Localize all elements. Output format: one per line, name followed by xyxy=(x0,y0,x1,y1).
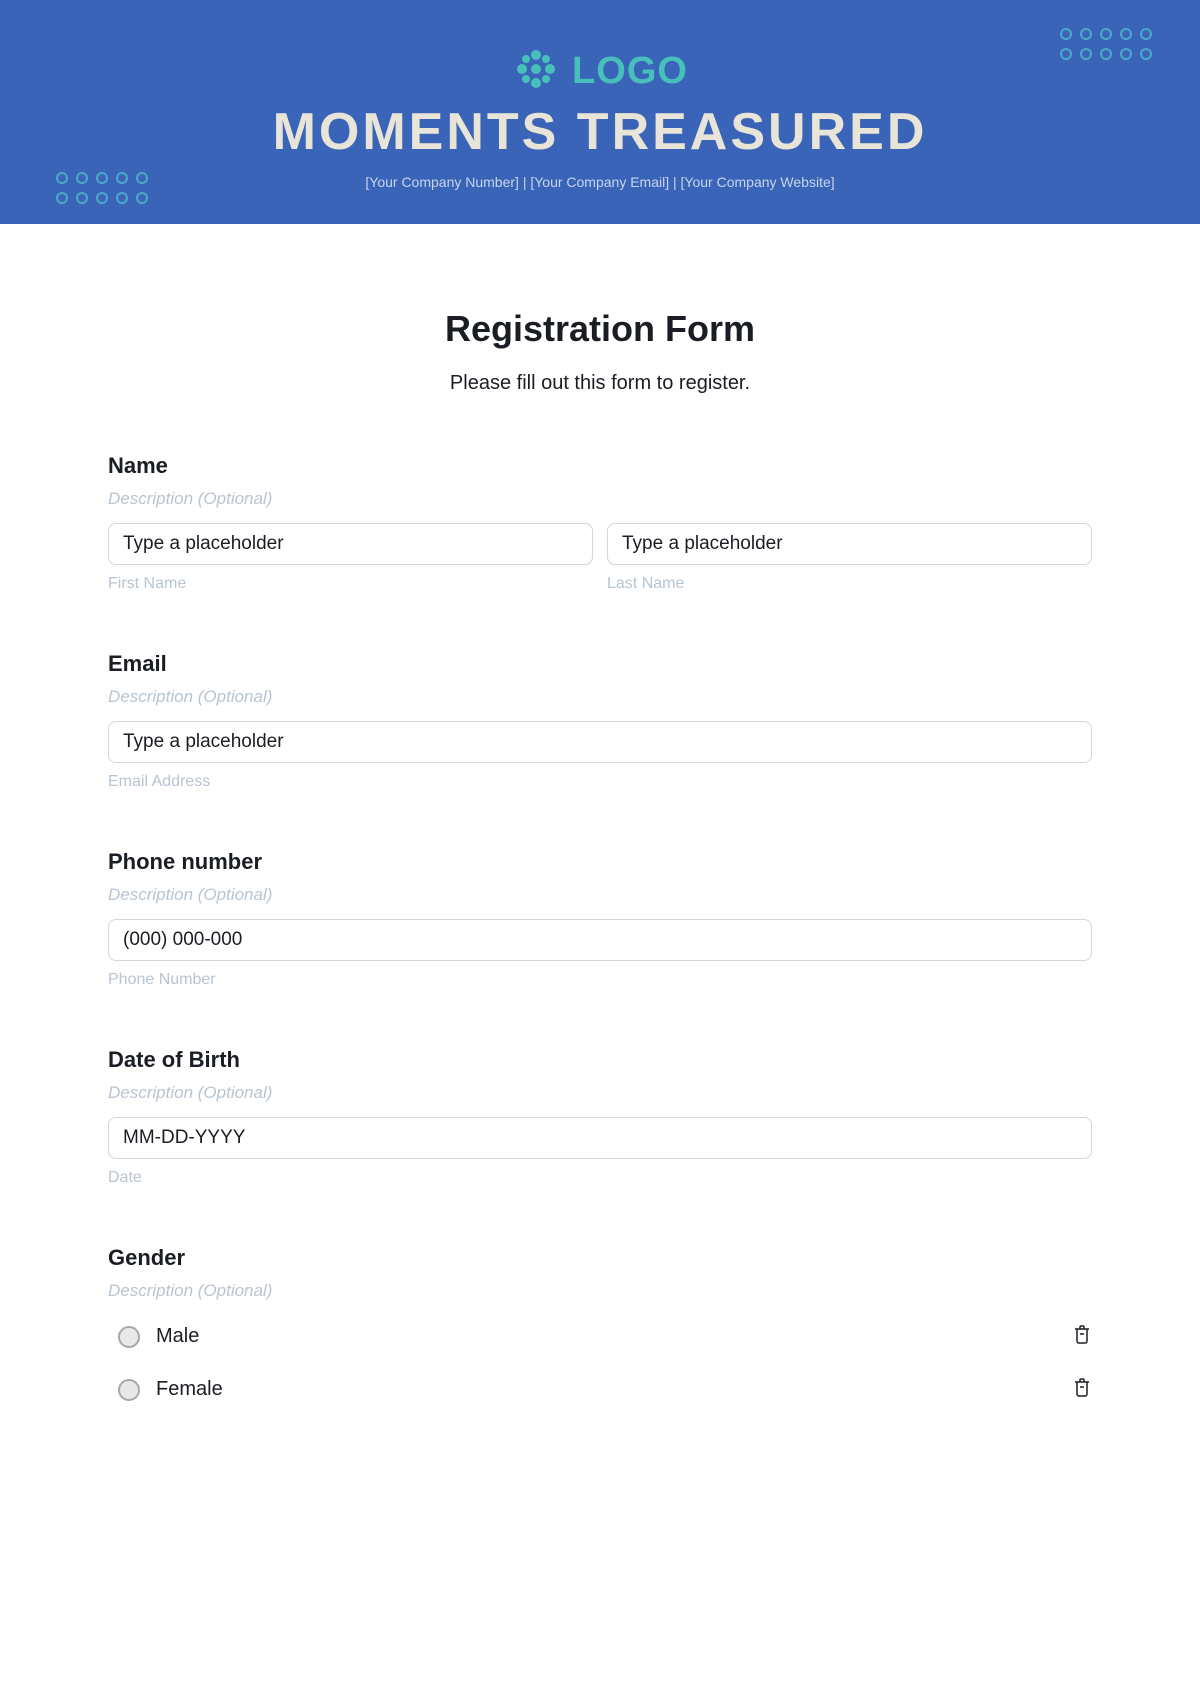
dob-field-group: Date of Birth Description (Optional) Dat… xyxy=(108,1047,1092,1187)
gender-description: Description (Optional) xyxy=(108,1281,1092,1301)
last-name-input[interactable] xyxy=(607,523,1092,565)
dob-description: Description (Optional) xyxy=(108,1083,1092,1103)
phone-field-group: Phone number Description (Optional) Phon… xyxy=(108,849,1092,989)
decorative-dots-top xyxy=(1060,28,1152,60)
phone-label: Phone number xyxy=(108,849,1092,875)
logo-text: LOGO xyxy=(572,50,688,93)
email-input[interactable] xyxy=(108,721,1092,763)
form-subtitle: Please fill out this form to register. xyxy=(108,372,1092,395)
first-name-sublabel: First Name xyxy=(108,575,593,593)
phone-sublabel: Phone Number xyxy=(108,971,1092,989)
dob-input[interactable] xyxy=(108,1117,1092,1159)
trash-icon[interactable] xyxy=(1072,1323,1092,1350)
email-label: Email xyxy=(108,651,1092,677)
trash-icon[interactable] xyxy=(1072,1376,1092,1403)
email-field-group: Email Description (Optional) Email Addre… xyxy=(108,651,1092,791)
email-description: Description (Optional) xyxy=(108,687,1092,707)
last-name-sublabel: Last Name xyxy=(607,575,1092,593)
gender-option-female[interactable]: Female xyxy=(118,1376,1092,1403)
gender-option-male[interactable]: Male xyxy=(118,1323,1092,1350)
gender-female-label: Female xyxy=(156,1378,223,1401)
page-header: LOGO MOMENTS TREASURED [Your Company Num… xyxy=(0,0,1200,224)
phone-input[interactable] xyxy=(108,919,1092,961)
form-content: Registration Form Please fill out this f… xyxy=(0,224,1200,1403)
company-info: [Your Company Number] | [Your Company Em… xyxy=(365,174,834,190)
gender-male-label: Male xyxy=(156,1325,199,1348)
email-sublabel: Email Address xyxy=(108,773,1092,791)
logo-row: LOGO xyxy=(512,45,688,98)
radio-icon xyxy=(118,1326,140,1348)
dob-label: Date of Birth xyxy=(108,1047,1092,1073)
company-name: MOMENTS TREASURED xyxy=(273,102,928,162)
radio-icon xyxy=(118,1379,140,1401)
gender-field-group: Gender Description (Optional) Male xyxy=(108,1245,1092,1403)
name-description: Description (Optional) xyxy=(108,489,1092,509)
form-title: Registration Form xyxy=(108,308,1092,350)
name-field-group: Name Description (Optional) First Name L… xyxy=(108,453,1092,593)
decorative-dots-bottom xyxy=(56,172,148,204)
first-name-input[interactable] xyxy=(108,523,593,565)
name-label: Name xyxy=(108,453,1092,479)
dob-sublabel: Date xyxy=(108,1169,1092,1187)
logo-icon xyxy=(512,45,560,98)
phone-description: Description (Optional) xyxy=(108,885,1092,905)
gender-label: Gender xyxy=(108,1245,1092,1271)
